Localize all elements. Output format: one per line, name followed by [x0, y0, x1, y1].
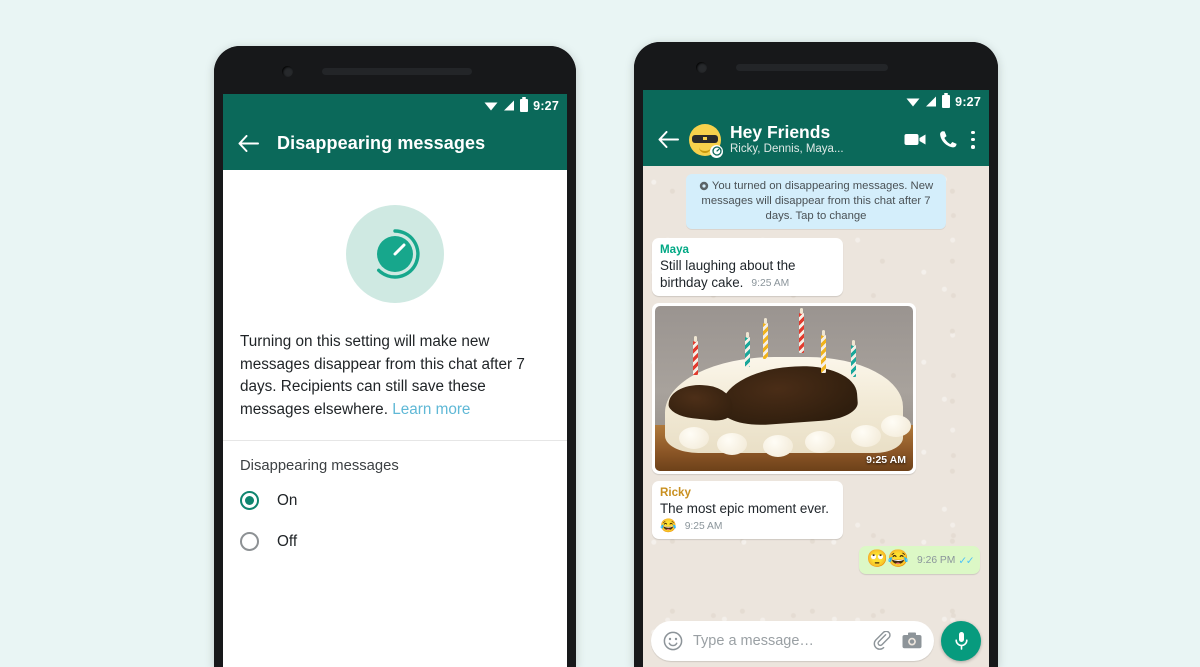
- phone-left: 9:27 Disappearing messages Turning on th…: [214, 46, 576, 667]
- candle-yellow: [821, 330, 826, 373]
- message-input-bar: Type a message…: [643, 614, 989, 667]
- candle-teal: [851, 340, 856, 377]
- battery-icon: [942, 93, 951, 108]
- radio-label-on: On: [277, 491, 298, 509]
- phone-bezel-top: [214, 46, 576, 94]
- cream-swirl: [851, 425, 881, 447]
- birthday-cake-photo: 9:25 AM: [655, 306, 913, 471]
- signal-icon: [504, 100, 515, 111]
- phone-right: 9:27 Hey Friends Ricky, Dennis, Maya... …: [634, 42, 998, 667]
- message-text: 🙄😂 9:26 PM ✓✓: [866, 549, 975, 570]
- wifi-icon: [906, 98, 920, 107]
- message-row: Maya Still laughing about the birthday c…: [652, 238, 980, 296]
- status-bar: 9:27: [643, 90, 989, 113]
- signal-icon: [926, 96, 937, 107]
- message-text: The most epic moment ever. 😂 9:25 AM: [660, 500, 836, 535]
- left-screen: 9:27 Disappearing messages Turning on th…: [223, 94, 567, 667]
- message-row: Ricky The most epic moment ever. 😂 9:25 AM: [652, 481, 980, 539]
- system-notice-text: You turned on disappearing messages. New…: [701, 180, 934, 222]
- message-emoji: 😂: [660, 518, 677, 533]
- candle-red: [693, 336, 698, 375]
- cream-swirl: [805, 431, 835, 453]
- section-label: Disappearing messages: [240, 458, 399, 474]
- disappearing-timer-icon: [346, 205, 444, 303]
- wifi-icon: [484, 102, 498, 111]
- phone-call-icon[interactable]: [939, 130, 958, 149]
- photo-timestamp: 9:25 AM: [866, 454, 906, 466]
- message-row: 9:25 AM: [652, 303, 980, 474]
- radio-option-off[interactable]: Off: [223, 521, 567, 562]
- cream-swirl: [763, 435, 793, 457]
- overflow-menu-icon[interactable]: [971, 130, 975, 149]
- battery-icon: [520, 97, 529, 112]
- sunglasses-icon: [692, 134, 718, 143]
- avatar[interactable]: [689, 123, 723, 158]
- status-bar-time: 9:27: [533, 98, 559, 113]
- message-time: 9:25 AM: [684, 521, 723, 532]
- message-bubble-maya[interactable]: Maya Still laughing about the birthday c…: [652, 238, 843, 296]
- message-text: Still laughing about the birthday cake. 9…: [660, 257, 836, 292]
- front-camera-icon: [282, 66, 293, 77]
- phone-bezel-top: [634, 42, 998, 90]
- chat-thread: You turned on disappearing messages. New…: [643, 166, 989, 667]
- status-bar-time: 9:27: [955, 94, 981, 109]
- hero-illustration: [223, 170, 567, 331]
- chat-subtitle: Ricky, Dennis, Maya...: [730, 143, 844, 155]
- system-notice[interactable]: You turned on disappearing messages. New…: [686, 174, 946, 229]
- message-body: The most epic moment ever.: [660, 501, 829, 516]
- message-bubble-photo[interactable]: 9:25 AM: [652, 303, 916, 474]
- description-text: Turning on this setting will make new me…: [223, 331, 567, 421]
- radio-option-on[interactable]: On: [223, 480, 567, 521]
- candle-teal: [745, 332, 750, 367]
- settings-app-bar: Disappearing messages: [223, 117, 567, 170]
- candle-red: [799, 308, 804, 353]
- chat-app-bar: Hey Friends Ricky, Dennis, Maya...: [643, 113, 989, 166]
- message-sender: Maya: [660, 243, 690, 256]
- chat-title: Hey Friends: [730, 122, 831, 142]
- chat-actions: [904, 130, 979, 149]
- microphone-icon[interactable]: [941, 620, 981, 661]
- right-screen: 9:27 Hey Friends Ricky, Dennis, Maya... …: [643, 90, 989, 667]
- paperclip-icon[interactable]: [873, 631, 892, 650]
- settings-body: Turning on this setting will make new me…: [223, 170, 567, 667]
- earpiece-speaker: [322, 68, 472, 75]
- read-receipt-icon: ✓✓: [958, 555, 974, 567]
- cream-swirl: [717, 433, 747, 455]
- learn-more-link[interactable]: Learn more: [392, 401, 470, 418]
- candle-yellow: [763, 318, 768, 359]
- back-arrow-icon[interactable]: [233, 129, 263, 159]
- message-row: 🙄😂 9:26 PM ✓✓: [652, 546, 980, 574]
- video-call-icon[interactable]: [904, 132, 926, 147]
- message-emoji: 🙄😂: [866, 549, 910, 568]
- cream-swirl: [881, 415, 911, 437]
- message-input-pill[interactable]: Type a message…: [651, 620, 934, 661]
- chat-title-block[interactable]: Hey Friends Ricky, Dennis, Maya...: [730, 123, 904, 156]
- status-bar: 9:27: [223, 94, 567, 117]
- message-bubble-ricky[interactable]: Ricky The most epic moment ever. 😂 9:25 AM: [652, 481, 843, 539]
- timer-badge-icon: [710, 144, 723, 158]
- back-arrow-icon[interactable]: [653, 125, 683, 155]
- message-list: You turned on disappearing messages. New…: [643, 166, 989, 574]
- page-title: Disappearing messages: [277, 133, 486, 153]
- description-body: Turning on this setting will make new me…: [240, 333, 525, 418]
- message-time: 9:25 AM: [751, 278, 790, 289]
- earpiece-speaker: [736, 64, 888, 71]
- radio-label-off: Off: [277, 532, 298, 550]
- front-camera-icon: [696, 62, 707, 73]
- emoji-smiley-icon[interactable]: [663, 631, 683, 651]
- cream-swirl: [679, 427, 709, 449]
- message-time: 9:26 PM: [917, 555, 956, 566]
- message-bubble-outgoing[interactable]: 🙄😂 9:26 PM ✓✓: [858, 546, 980, 574]
- timer-icon: [699, 181, 709, 191]
- radio-button-on[interactable]: [240, 491, 259, 510]
- radio-button-off[interactable]: [240, 532, 259, 551]
- search-input[interactable]: Type a message…: [693, 633, 863, 649]
- message-sender: Ricky: [660, 486, 691, 499]
- camera-icon[interactable]: [902, 632, 922, 649]
